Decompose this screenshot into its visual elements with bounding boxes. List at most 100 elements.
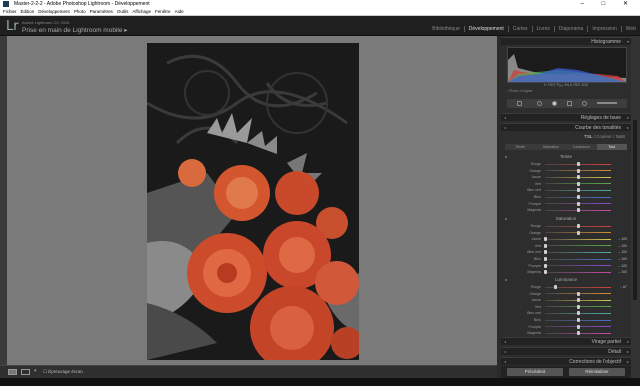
slider-knob[interactable] (576, 208, 580, 213)
crop-icon[interactable] (517, 101, 522, 106)
slider-knob[interactable] (576, 168, 580, 173)
previous-button[interactable]: Précédent (507, 368, 563, 376)
slider-knob[interactable] (576, 318, 580, 322)
slider-value[interactable]: – 100 (618, 243, 627, 249)
slider-value[interactable]: – 100 (618, 263, 627, 269)
slider-knob[interactable] (576, 181, 580, 186)
catalog-menu-arrow-icon[interactable]: ▸ (124, 27, 127, 34)
slider-knob[interactable] (576, 230, 580, 235)
tab-nb[interactable]: N&B (616, 134, 625, 139)
slider-track[interactable] (545, 238, 611, 240)
module-livres[interactable]: Livres (531, 26, 554, 32)
menu-edition[interactable]: Édition (21, 8, 35, 15)
tab-couleur[interactable]: Couleur (596, 134, 612, 139)
collapse-arrow-icon[interactable]: ▾ (627, 38, 629, 46)
slider-knob[interactable] (576, 324, 580, 329)
module-cartes[interactable]: Cartes (507, 26, 532, 32)
menu-fichier[interactable]: Fichier (3, 8, 17, 15)
collapse-arrow-icon[interactable]: ▸ (627, 358, 629, 366)
slider-knob[interactable] (576, 175, 580, 180)
slider-knob[interactable] (554, 285, 558, 289)
slider-knob[interactable] (576, 304, 580, 309)
scrollbar-thumb[interactable] (633, 120, 637, 300)
menu-photo[interactable]: Photo (74, 8, 86, 15)
slider-label: Pourpre (528, 201, 541, 206)
slider-knob[interactable] (543, 257, 547, 261)
left-panel-collapsed[interactable] (0, 36, 7, 365)
slider-knob[interactable] (576, 162, 580, 166)
basic-panel-header[interactable]: ◂ Réglages de base ▸ (501, 113, 631, 121)
adjustment-brush-icon[interactable] (597, 102, 617, 104)
slider-value[interactable]: – 100 (618, 269, 627, 275)
tab-tsl[interactable]: TSL (584, 134, 592, 139)
module-bibliotheque[interactable]: Bibliothèque (428, 26, 464, 32)
slider-track[interactable] (545, 258, 611, 260)
panel-scrollbar[interactable] (631, 36, 640, 378)
photo-preview[interactable] (147, 43, 359, 360)
slider-knob[interactable] (576, 201, 580, 206)
hsl-slider-row: Rouge (501, 161, 631, 167)
menu-affichage[interactable]: Affichage (132, 8, 151, 15)
menu-developpement[interactable]: Développement (38, 8, 70, 15)
detail-header[interactable]: ◂ Détail ▸ (501, 347, 631, 355)
slider-value[interactable]: – 100 (618, 249, 627, 255)
slider-track[interactable] (545, 251, 611, 253)
slider-knob[interactable] (576, 291, 580, 296)
subtab-teinte[interactable]: Teinte (505, 144, 536, 150)
slider-knob[interactable] (576, 188, 580, 193)
expand-arrow-icon: ◂ (504, 349, 507, 354)
slider-knob[interactable] (543, 270, 547, 275)
slider-value[interactable]: – 100 (618, 236, 627, 242)
slider-track[interactable] (545, 265, 611, 267)
slider-knob[interactable] (543, 263, 547, 268)
red-eye-icon[interactable] (552, 101, 557, 106)
minimize-button[interactable]: – (581, 1, 592, 7)
maximize-button[interactable]: □ (602, 1, 614, 7)
menu-outils[interactable]: Outils (117, 8, 129, 15)
before-after-icon[interactable] (21, 369, 30, 375)
menu-parametres[interactable]: Paramètres (90, 8, 113, 15)
reset-button[interactable]: Réinitialiser (569, 368, 625, 376)
collapse-arrow-icon[interactable]: ▸ (627, 348, 629, 356)
module-impression[interactable]: Impression (587, 26, 620, 32)
subtab-tout[interactable]: Tout (596, 144, 627, 150)
graduated-filter-icon[interactable] (567, 101, 572, 106)
slider-track[interactable] (545, 271, 611, 273)
slider-knob[interactable] (543, 243, 547, 248)
menu-aide[interactable]: Aide (175, 8, 184, 15)
dropdown-arrow-icon[interactable]: ▾ (34, 368, 37, 374)
slider-knob[interactable] (576, 195, 580, 199)
collapse-arrow-icon[interactable]: ▸ (627, 338, 629, 346)
slider-value[interactable]: – 67 (620, 284, 627, 290)
menu-fenetre[interactable]: Fenêtre (155, 8, 171, 15)
slider-value[interactable]: – 100 (618, 256, 627, 262)
soft-proofing[interactable]: ☐ Épreuvage écran (43, 369, 83, 375)
slider-knob[interactable] (576, 224, 580, 228)
spot-removal-icon[interactable] (537, 101, 542, 106)
catalog-title[interactable]: Prise en main de Lightroom mobile ▸ (22, 26, 128, 34)
slider-knob[interactable] (576, 331, 580, 336)
slider-track[interactable] (545, 245, 611, 247)
close-button[interactable]: ✕ (623, 1, 636, 7)
subtab-saturation[interactable]: Saturation (536, 144, 567, 150)
soft-proofing-label: Épreuvage écran (48, 369, 83, 374)
histogram[interactable] (507, 47, 627, 83)
original-photo-toggle[interactable]: ▫ Photo d'origine (507, 89, 532, 93)
collapse-arrow-icon[interactable]: ▸ (627, 114, 629, 122)
split-toning-header[interactable]: ◂ Virage partiel ▸ (501, 337, 631, 345)
collapse-arrow-icon[interactable]: ▸ (627, 124, 629, 132)
loupe-view-icon[interactable] (8, 369, 17, 375)
module-diaporama[interactable]: Diaporama (553, 26, 587, 32)
slider-knob[interactable] (543, 250, 547, 255)
expand-arrow-icon: ◂ (504, 339, 507, 344)
module-developpement[interactable]: Développement (463, 26, 508, 32)
histogram-header[interactable]: Histogramme ▾ (501, 37, 631, 45)
radial-filter-icon[interactable] (582, 101, 587, 106)
slider-knob[interactable] (576, 298, 580, 303)
tone-curve-header[interactable]: ◂ Courbe des tonalités ▸ (501, 123, 631, 131)
slider-knob[interactable] (543, 237, 547, 242)
module-web[interactable]: Web (620, 26, 640, 32)
lens-corrections-header[interactable]: ◂ Corrections de l'objectif ▸ (501, 357, 631, 365)
subtab-luminance[interactable]: Luminance (566, 144, 597, 150)
slider-knob[interactable] (576, 311, 580, 316)
